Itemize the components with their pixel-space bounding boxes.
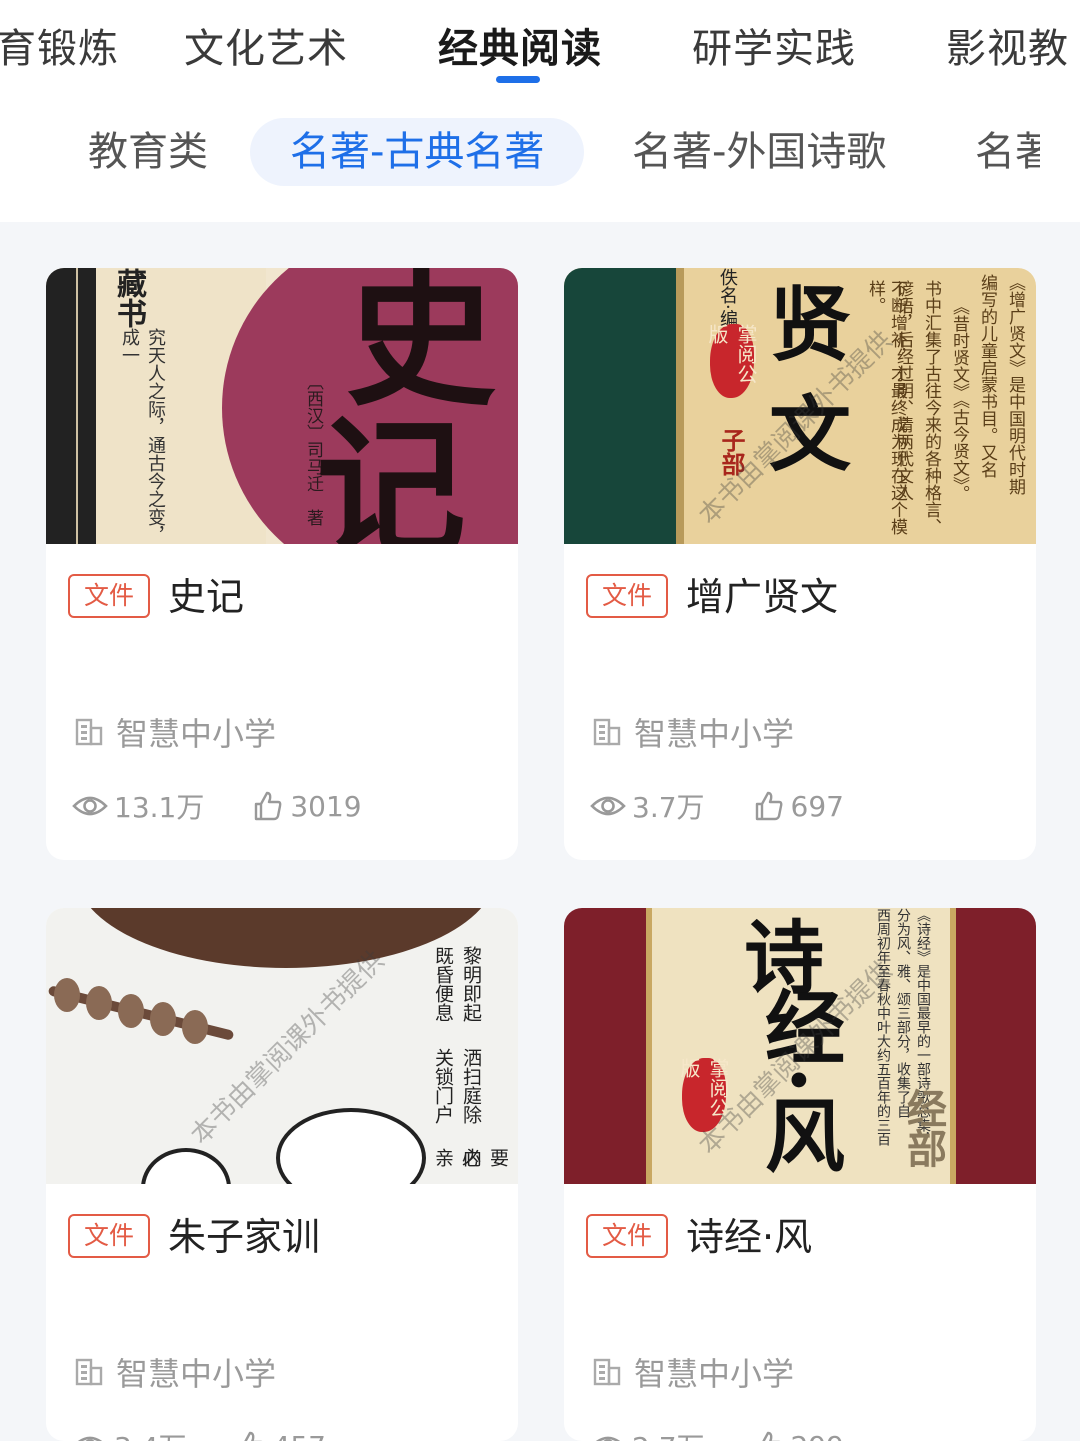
- tab-culture-art[interactable]: 文化艺术: [184, 16, 348, 74]
- organization-name: 智慧中小学: [116, 1355, 277, 1393]
- organization-name: 智慧中小学: [634, 1355, 795, 1393]
- eye-icon: [595, 1436, 621, 1441]
- cover-text-col: 《昔时贤文》《古今贤文》。: [949, 298, 969, 502]
- card-title: 朱子家训: [168, 1215, 321, 1259]
- eye-icon: [590, 796, 626, 816]
- building-icon: [593, 718, 621, 746]
- publisher-seal: 掌阅公版: [705, 324, 758, 398]
- building-icon: [75, 1358, 103, 1386]
- building-icon: [593, 1358, 621, 1386]
- cover-text-col: 不断增补，才最终成为现在这个模样。: [865, 280, 907, 535]
- file-badge: 文件: [68, 574, 150, 618]
- cover-text-col: 书中汇集了古往今来的各种格言、: [921, 280, 941, 535]
- card-title: 诗经·风: [686, 1215, 813, 1259]
- card-title: 史记: [168, 575, 245, 619]
- building-icon: [75, 718, 103, 746]
- cover-text-col: 分为风、雅、颂三部分，收集了自: [895, 908, 911, 1118]
- card-organization: 智慧中小学: [592, 1350, 794, 1394]
- book-cover: 藏书 究天人之际，通古今之变，成一 〔西汉〕司马迁 著 史 记: [46, 268, 518, 544]
- cover-author: 佚名·编: [717, 268, 738, 328]
- header: 育锻炼 文化艺术 经典阅读 研学实践 影视教 教育类 名著-古典名著 名著-外国…: [0, 0, 1080, 222]
- tab-study-practice[interactable]: 研学实践: [692, 16, 856, 74]
- thumbs-up-icon: [243, 1431, 262, 1441]
- cover-title-char-2: 记: [316, 401, 467, 544]
- resource-card[interactable]: 藏书 究天人之际，通古今之变，成一 〔西汉〕司马迁 著 史 记 文件 史记 智慧…: [46, 268, 518, 860]
- tab-classic-reading[interactable]: 经典阅读: [438, 16, 602, 74]
- cover-left-title: 藏书: [111, 268, 146, 328]
- tab-film[interactable]: 影视教: [946, 16, 1069, 74]
- eye-icon: [72, 796, 108, 816]
- organization-name: 智慧中小学: [116, 715, 277, 753]
- resource-card[interactable]: 黎明即起 洒扫庭除 要内 既昏便息 关锁门户 必亲 本书由掌阅课外书提供 文件 …: [46, 908, 518, 1441]
- card-stats: 3.7万 697: [590, 786, 892, 826]
- cover-text-col: 洒扫庭除: [460, 1048, 482, 1124]
- subtab-foreign-poetry[interactable]: 名著-外国诗歌: [632, 118, 886, 186]
- card-stats: 2.7万 299: [590, 1426, 892, 1441]
- like-count: 3019: [290, 789, 362, 823]
- organization-name: 智慧中小学: [634, 715, 795, 753]
- file-badge: 文件: [586, 574, 668, 618]
- file-badge: 文件: [68, 1214, 150, 1258]
- cover-text-col: 黎明即起: [460, 946, 482, 1022]
- subtab-masterpieces-more[interactable]: 名著: [975, 118, 1040, 186]
- card-organization: 智慧中小学: [592, 710, 794, 754]
- card-organization: 智慧中小学: [74, 710, 276, 754]
- view-count: 3.7万: [632, 791, 705, 824]
- thumbs-up-icon: [755, 791, 782, 821]
- cover-text-col: 必亲: [432, 1148, 481, 1167]
- cover-text-col: 《增广贤文》是中国明代时期: [1005, 274, 1025, 495]
- cover-text-col: 编写的儿童启蒙书目。又名: [977, 274, 997, 478]
- view-count: 2.7万: [632, 1426, 705, 1441]
- subcategory-tabs: 教育类 名著-古典名著 名著-外国诗歌 名著: [0, 110, 1040, 195]
- card-title: 增广贤文: [686, 575, 839, 619]
- tab-sports[interactable]: 育锻炼: [0, 16, 119, 74]
- subtab-education[interactable]: 教育类: [88, 118, 208, 186]
- subtab-classic-masterpieces[interactable]: 名著-古典名著: [250, 118, 585, 186]
- card-stats: 3.4万 457: [72, 1426, 374, 1441]
- active-tab-indicator: [496, 76, 540, 83]
- book-cover: 诗 经·风 掌阅公版 《诗经》是中国最早的一部诗歌总集， 分为风、雅、颂三部分，…: [564, 908, 1036, 1184]
- like-count: 697: [790, 789, 844, 823]
- view-count: 3.4万: [114, 1426, 187, 1441]
- card-organization: 智慧中小学: [74, 1350, 276, 1394]
- resource-card[interactable]: 佚名·编 掌阅公版 子部 贤 文 《增广贤文》是中国明代时期 编写的儿童启蒙书目…: [564, 268, 1036, 860]
- like-count: 457: [273, 1430, 326, 1441]
- cover-left-text: 究天人之际，通古今之变，成一: [119, 328, 166, 544]
- cover-text-col: 既昏便息: [432, 946, 454, 1022]
- book-cover: 佚名·编 掌阅公版 子部 贤 文 《增广贤文》是中国明代时期 编写的儿童启蒙书目…: [564, 268, 1036, 544]
- thumbs-up-icon: [761, 1431, 780, 1441]
- resource-card[interactable]: 诗 经·风 掌阅公版 《诗经》是中国最早的一部诗歌总集， 分为风、雅、颂三部分，…: [564, 908, 1036, 1441]
- eye-icon: [77, 1436, 103, 1441]
- view-count: 13.1万: [114, 791, 205, 824]
- cover-text-col: 关锁门户: [432, 1048, 454, 1124]
- like-count: 299: [791, 1430, 844, 1441]
- file-badge: 文件: [586, 1214, 668, 1258]
- cover-category: 经部: [900, 1088, 947, 1168]
- book-cover: 黎明即起 洒扫庭除 要内 既昏便息 关锁门户 必亲 本书由掌阅课外书提供: [46, 908, 518, 1184]
- cover-text-col: 西周初年至春秋中叶大约五百年的三百: [875, 908, 891, 1146]
- thumbs-up-icon: [255, 791, 282, 821]
- category-tabs: 育锻炼 文化艺术 经典阅读 研学实践 影视教: [0, 0, 1080, 100]
- card-stats: 13.1万 3019: [72, 786, 410, 826]
